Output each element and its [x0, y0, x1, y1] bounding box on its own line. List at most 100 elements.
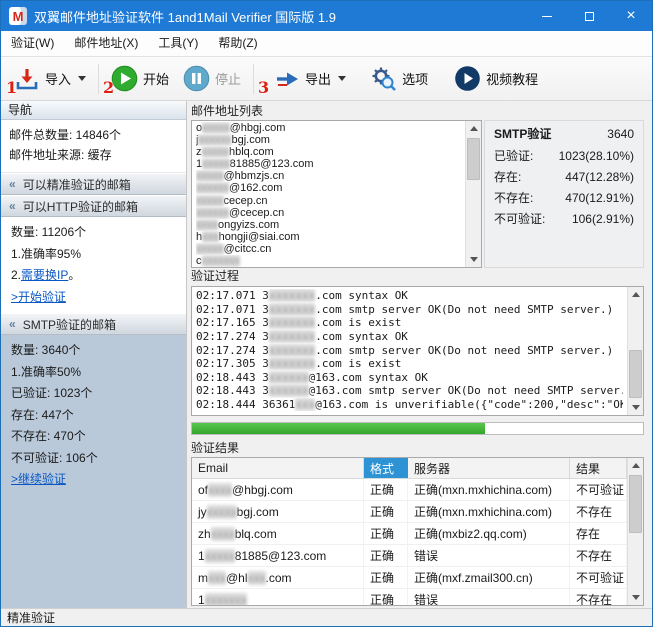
- scrollbar-thumb[interactable]: [629, 350, 642, 398]
- stats-row: 已验证: 1023(28.10%): [494, 145, 634, 166]
- close-button[interactable]: ×: [610, 1, 652, 31]
- result-status: 不存在: [570, 545, 627, 566]
- verification-log[interactable]: 02:17.071 3xxxxxxx.com syntax OK02:17.07…: [191, 286, 644, 416]
- email-list-item[interactable]: xxxxx@citcc.cn: [196, 243, 465, 255]
- log-visible-suffix: @163.com is unverifiable({"code":200,"de…: [315, 398, 623, 411]
- menu-item[interactable]: 验证(W): [1, 31, 64, 56]
- email-redacted: xxxxx: [196, 195, 224, 207]
- result-server: 正确(mxf.zmail300.cn): [408, 567, 570, 588]
- result-server: 正确(mxn.mxhichina.com): [408, 501, 570, 522]
- scrollbar-thumb[interactable]: [467, 138, 480, 180]
- import-dropdown-icon[interactable]: [78, 76, 86, 81]
- email-list-item[interactable]: oxxxxx@hbgj.com: [196, 122, 465, 134]
- email-list[interactable]: oxxxxx@hbgj.comjxxxxxxbgj.comzxxxxxhblq.…: [191, 120, 482, 268]
- import-button[interactable]: 1 导入: [7, 60, 93, 98]
- result-row[interactable]: mxxx@hlxxx.com 正确 正确(mxf.zmail300.cn) 不可…: [192, 567, 627, 589]
- result-row[interactable]: zhxxxxblq.com 正确 正确(mxbiz2.qq.com) 存在: [192, 523, 627, 545]
- email-redacted: xxxxxx: [198, 134, 231, 146]
- minimize-icon: [542, 16, 552, 17]
- results-scrollbar[interactable]: [627, 458, 643, 605]
- stop-label: 停止: [215, 69, 241, 88]
- export-button[interactable]: 3 导出: [267, 60, 353, 98]
- scroll-down-icon[interactable]: [632, 595, 640, 600]
- scroll-up-icon[interactable]: [470, 126, 478, 131]
- minimize-button[interactable]: [526, 1, 568, 31]
- log-scrollbar[interactable]: [627, 287, 643, 415]
- email-redacted: xxxxx: [202, 146, 230, 158]
- export-dropdown-icon[interactable]: [338, 76, 346, 81]
- stats-label: 已验证:: [494, 147, 533, 164]
- scroll-down-icon[interactable]: [632, 405, 640, 410]
- column-header-email[interactable]: Email: [192, 458, 364, 478]
- email-list-item[interactable]: xxxxxx@162.com: [196, 182, 465, 194]
- log-visible-suffix: .com syntax OK: [315, 289, 408, 302]
- result-row[interactable]: 1xxxxxxx 正确 错误 不存在: [192, 589, 627, 605]
- result-format: 正确: [364, 567, 408, 588]
- email-list-item[interactable]: hxxxhongji@siai.com: [196, 231, 465, 243]
- email-redacted: xxxxxxx: [205, 593, 247, 605]
- result-email: ofxxxx@hbgj.com: [192, 479, 364, 500]
- stats-label: 存在:: [494, 168, 521, 185]
- section-smtp-label: SMTP验证的邮箱: [23, 316, 116, 333]
- menu-item[interactable]: 帮助(Z): [208, 31, 267, 56]
- email-list-item[interactable]: jxxxxxxbgj.com: [196, 134, 465, 146]
- change-ip-link[interactable]: 需要换IP: [21, 268, 68, 282]
- email-list-scrollbar[interactable]: [465, 121, 481, 267]
- email-redacted: xxxxxx: [196, 182, 229, 194]
- column-header-server[interactable]: 服务器: [408, 458, 570, 478]
- result-row[interactable]: ofxxxx@hbgj.com 正确 正确(mxn.mxhichina.com)…: [192, 479, 627, 501]
- start-button[interactable]: 2 开始: [104, 60, 176, 98]
- email-list-item[interactable]: xxxxxx@cecep.cn: [196, 207, 465, 219]
- email-visible-suffix: bgj.com: [237, 505, 279, 519]
- result-server: 错误: [408, 589, 570, 605]
- email-visible-suffix: blq.com: [235, 527, 277, 541]
- menu-item[interactable]: 工具(Y): [148, 31, 208, 56]
- result-email: 1xxxxxxx: [192, 589, 364, 605]
- continue-verify-link[interactable]: >继续验证: [11, 472, 66, 486]
- result-format: 正确: [364, 545, 408, 566]
- menu-item[interactable]: 邮件地址(X): [64, 31, 148, 56]
- scrollbar-thumb[interactable]: [629, 475, 642, 533]
- stop-button[interactable]: 停止: [176, 60, 248, 98]
- email-redacted: xxxxxx: [196, 207, 229, 219]
- result-status: 不存在: [570, 501, 627, 522]
- options-button[interactable]: 选项: [363, 60, 435, 98]
- email-list-item[interactable]: zxxxxxhblq.com: [196, 146, 465, 158]
- section-precise-verify[interactable]: « 可以精准验证的邮箱: [1, 173, 186, 195]
- log-visible-prefix: 02:17.274 3: [196, 330, 269, 343]
- progress-bar: [191, 422, 644, 435]
- stats-value: 1023(28.10%): [559, 149, 634, 163]
- email-visible-suffix: @162.com: [229, 182, 282, 194]
- email-visible-suffix: bgj.com: [231, 134, 270, 146]
- result-status: 不可验证: [570, 567, 627, 588]
- email-redacted: xxxxx: [202, 122, 230, 134]
- email-list-item[interactable]: xxxxongyizs.com: [196, 219, 465, 231]
- result-row[interactable]: jyxxxxxbgj.com 正确 正确(mxn.mxhichina.com) …: [192, 501, 627, 523]
- video-tutorial-button[interactable]: 视频教程: [447, 60, 545, 98]
- results-table: Email 格式 服务器 结果 ofxxxx@hbgj.com 正确 正确(mx…: [192, 458, 627, 605]
- column-header-result[interactable]: 结果: [570, 458, 627, 478]
- start-icon: [111, 65, 138, 92]
- status-bar: 精准验证: [1, 608, 652, 626]
- email-visible-suffix: 81885@123.com: [235, 549, 327, 563]
- results-title: 验证结果: [191, 440, 644, 457]
- email-visible-suffix: 81885@123.com: [230, 158, 314, 170]
- scroll-down-icon[interactable]: [470, 257, 478, 262]
- section-smtp-verify[interactable]: « SMTP验证的邮箱: [1, 313, 186, 335]
- email-list-item[interactable]: 1xxxxx81885@123.com: [196, 158, 465, 170]
- email-visible-prefix: of: [198, 483, 208, 497]
- app-logo-icon: M: [9, 7, 27, 25]
- maximize-button[interactable]: [568, 1, 610, 31]
- scroll-up-icon[interactable]: [632, 292, 640, 297]
- column-header-format[interactable]: 格式: [364, 458, 408, 478]
- email-list-item[interactable]: xxxxxcecep.cn: [196, 195, 465, 207]
- start-verify-link[interactable]: >开始验证: [11, 290, 66, 304]
- section-http-verify[interactable]: « 可以HTTP验证的邮箱: [1, 195, 186, 217]
- email-list-item[interactable]: xxxxx@hbmzjs.cn: [196, 170, 465, 182]
- result-row[interactable]: 1xxxxx81885@123.com 正确 错误 不存在: [192, 545, 627, 567]
- email-list-item[interactable]: cxxxxxxx: [196, 255, 465, 267]
- log-lines: 02:17.071 3xxxxxxx.com syntax OK02:17.07…: [192, 287, 627, 415]
- log-visible-suffix: .com syntax OK: [315, 330, 408, 343]
- section-precise-label: 可以精准验证的邮箱: [23, 176, 131, 193]
- scroll-up-icon[interactable]: [632, 463, 640, 468]
